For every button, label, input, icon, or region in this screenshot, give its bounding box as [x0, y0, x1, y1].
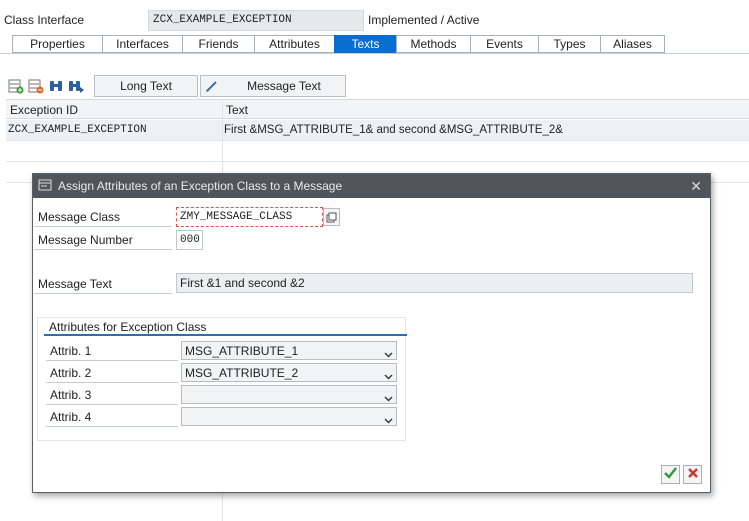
texts-toolbar: Long Text Message Text [6, 75, 346, 97]
dialog-title-bar: Assign Attributes of an Exception Class … [33, 174, 710, 198]
attributes-group-title: Attributes for Exception Class [44, 320, 407, 336]
attrib-2-select[interactable]: MSG_ATTRIBUTE_2 [181, 363, 397, 382]
attrib-4-select[interactable] [181, 407, 397, 426]
confirm-button[interactable] [661, 465, 680, 484]
attrib-1-value: MSG_ATTRIBUTE_1 [185, 344, 299, 358]
row-exception-id: ZCX_EXAMPLE_EXCEPTION [8, 124, 147, 136]
message-text-field: First &1 and second &2 [176, 273, 693, 293]
cancel-x-icon [687, 467, 699, 482]
tab-interfaces[interactable]: Interfaces [102, 35, 182, 53]
row-text: First &MSG_ATTRIBUTE_1& and second &MSG_… [224, 124, 563, 136]
tab-divider [0, 53, 749, 54]
message-class-field[interactable]: ZMY_MESSAGE_CLASS [176, 207, 323, 227]
attrib-4-label: Attrib. 4 [46, 406, 178, 427]
chevron-down-icon [384, 413, 393, 427]
tab-attributes[interactable]: Attributes [254, 35, 334, 53]
table-header: Exception ID Text [6, 99, 749, 119]
dialog-window-icon [38, 179, 52, 194]
tab-properties[interactable]: Properties [12, 35, 102, 53]
insert-row-icon[interactable] [6, 76, 26, 96]
column-header-text[interactable]: Text [226, 103, 248, 117]
attrib-1-label: Attrib. 1 [46, 340, 178, 361]
class-name-field[interactable]: ZCX_EXAMPLE_EXCEPTION [148, 10, 364, 31]
attrib-3-label: Attrib. 3 [46, 384, 178, 405]
attrib-3-select[interactable] [181, 385, 397, 404]
long-text-button[interactable]: Long Text [94, 75, 198, 97]
find-next-icon[interactable] [66, 76, 86, 96]
chevron-down-icon [384, 369, 393, 383]
tab-events[interactable]: Events [470, 35, 538, 53]
tab-types[interactable]: Types [538, 35, 600, 53]
table-row-empty[interactable] [6, 141, 749, 162]
close-icon[interactable]: ✕ [690, 178, 702, 195]
dialog-title: Assign Attributes of an Exception Class … [58, 179, 343, 193]
message-text-button[interactable]: Message Text [200, 75, 346, 97]
attrib-2-value: MSG_ATTRIBUTE_2 [185, 366, 299, 380]
chevron-down-icon [384, 347, 393, 361]
column-header-exception-id[interactable]: Exception ID [10, 103, 78, 117]
message-number-label: Message Number [34, 229, 172, 250]
table-row[interactable]: ZCX_EXAMPLE_EXCEPTION First &MSG_ATTRIBU… [6, 120, 749, 141]
message-text-field-label: Message Text [34, 273, 172, 294]
class-interface-label: Class Interface [4, 13, 85, 27]
value-help-icon[interactable] [323, 208, 340, 226]
tab-aliases[interactable]: Aliases [600, 35, 665, 53]
assign-attributes-dialog: Assign Attributes of an Exception Class … [32, 173, 711, 493]
tab-friends[interactable]: Friends [182, 35, 254, 53]
checkmark-icon [664, 467, 677, 482]
chevron-down-icon [384, 391, 393, 405]
tab-strip: Properties Interfaces Friends Attributes… [12, 35, 665, 53]
attributes-group: Attributes for Exception Class Attrib. 1… [37, 317, 407, 441]
message-class-label: Message Class [34, 206, 172, 227]
tab-texts[interactable]: Texts [334, 35, 396, 53]
cancel-button[interactable] [683, 465, 702, 484]
pencil-icon [205, 79, 219, 96]
message-text-label: Message Text [247, 79, 321, 93]
tab-methods[interactable]: Methods [396, 35, 470, 53]
class-status: Implemented / Active [368, 13, 480, 27]
delete-row-icon[interactable] [26, 76, 46, 96]
find-icon[interactable] [46, 76, 66, 96]
attrib-2-label: Attrib. 2 [46, 362, 178, 383]
attrib-1-select[interactable]: MSG_ATTRIBUTE_1 [181, 341, 397, 360]
message-number-field[interactable]: 000 [176, 230, 203, 250]
